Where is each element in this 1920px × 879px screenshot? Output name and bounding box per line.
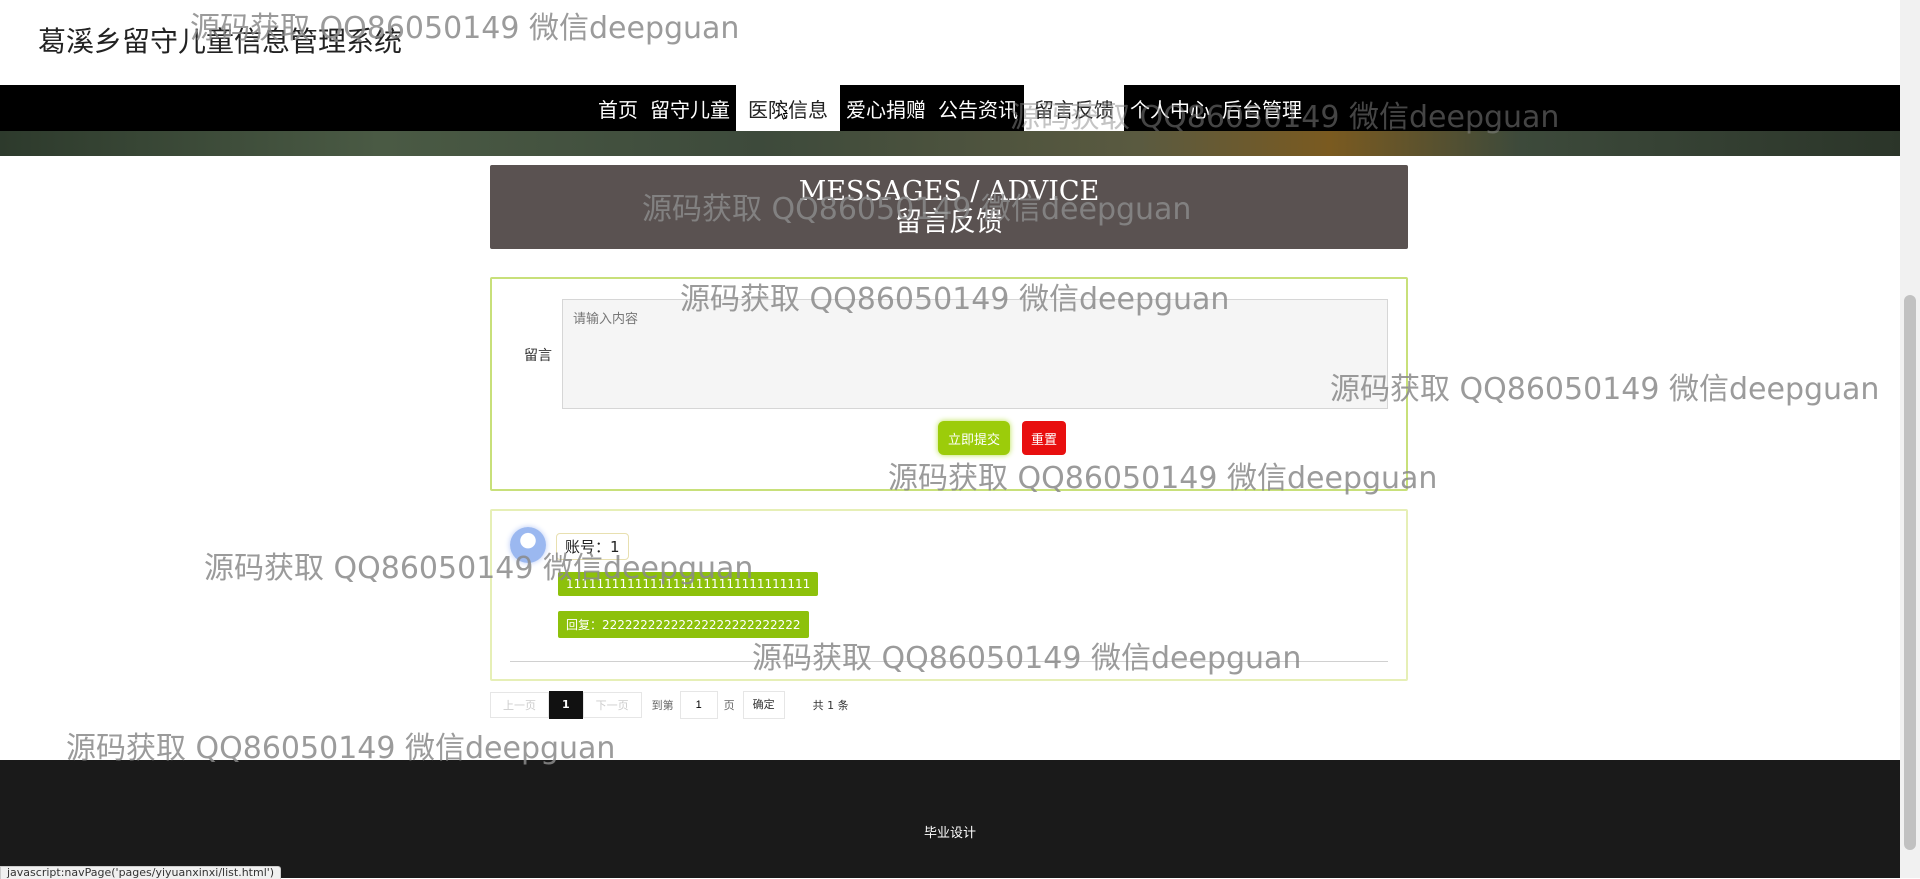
nav-item-donation[interactable]: 爱心捐赠 [840, 85, 932, 131]
submit-button[interactable]: 立即提交 [938, 421, 1010, 455]
page-unit-label: 页 [723, 699, 735, 712]
message-list: 账号：1 11111111111111111111111111111111 回复… [490, 509, 1408, 681]
watermark: 源码获取 QQ86050149 微信deepguan [1330, 372, 1880, 407]
pagination: 上一页 1 下一页 到第 页 确定 共 1 条 [490, 691, 849, 719]
footer-text: 毕业设计 [923, 826, 976, 841]
message-label: 留言 [524, 348, 552, 364]
message-content: 11111111111111111111111111111111 [558, 572, 819, 596]
nav-item-news[interactable]: 公告资讯 [932, 85, 1024, 131]
user-avatar-icon [510, 527, 546, 563]
total-count: 共 1 条 [812, 699, 849, 712]
page-heading: MESSAGES / ADVICE 留言反馈 [490, 165, 1408, 249]
scrollbar[interactable] [1900, 0, 1920, 878]
status-bar-url: javascript:navPage('pages/yiyuanxinxi/li… [0, 866, 282, 879]
confirm-page-button[interactable]: 确定 [742, 691, 785, 719]
site-header: 葛溪乡留守儿童信息管理系统 [0, 0, 1900, 85]
message-form: 留言 立即提交 重置 [490, 277, 1408, 491]
scrollbar-thumb[interactable] [1904, 295, 1916, 850]
current-page[interactable]: 1 [549, 691, 583, 719]
mouse-pointer-icon [778, 103, 789, 120]
message-reply: 回复：22222222222222222222222222 [558, 611, 809, 638]
page-heading-en: MESSAGES / ADVICE [798, 176, 1100, 207]
page-number-input[interactable] [679, 691, 718, 719]
prev-page-button[interactable]: 上一页 [490, 692, 549, 718]
message-user: 账号：1 [556, 533, 629, 560]
nav-item-feedback[interactable]: 留言反馈 [1024, 85, 1124, 131]
nav-item-admin[interactable]: 后台管理 [1216, 85, 1308, 131]
page-heading-cn: 留言反馈 [895, 207, 1003, 238]
main-nav: 首页 留守儿童 医院信息 爱心捐赠 公告资讯 留言反馈 个人中心 后台管理 [0, 85, 1900, 131]
goto-label: 到第 [651, 699, 674, 712]
nav-item-children[interactable]: 留守儿童 [644, 85, 736, 131]
nav-item-profile[interactable]: 个人中心 [1124, 85, 1216, 131]
site-title: 葛溪乡留守儿童信息管理系统 [38, 25, 403, 58]
message-textarea[interactable] [562, 299, 1388, 409]
banner-image-strip [0, 131, 1900, 156]
next-page-button[interactable]: 下一页 [582, 692, 642, 718]
reset-button[interactable]: 重置 [1022, 421, 1066, 455]
footer: 毕业设计 [0, 760, 1900, 878]
nav-item-home[interactable]: 首页 [592, 85, 644, 131]
divider [510, 661, 1388, 662]
